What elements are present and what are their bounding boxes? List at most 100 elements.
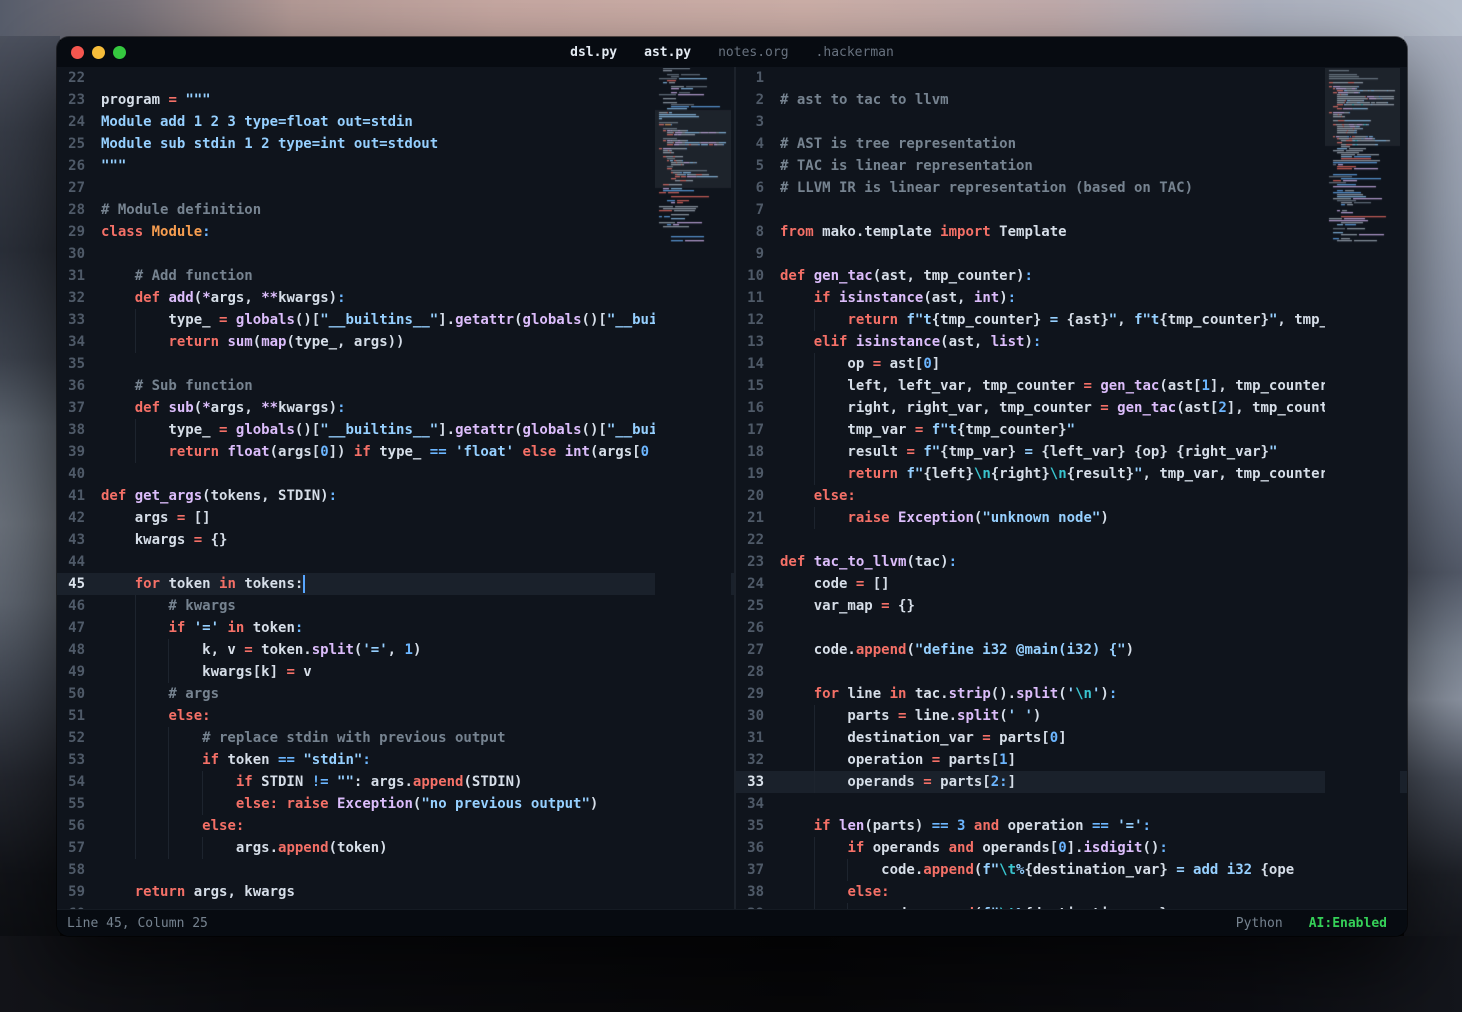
cursor-position-indicator[interactable]: Line 45, Column 25 bbox=[67, 916, 208, 931]
code-line[interactable]: 38 type_ = globals()["__builtins__"].get… bbox=[57, 419, 734, 441]
minimap[interactable] bbox=[655, 67, 731, 910]
code-line[interactable]: 4# AST is tree representation bbox=[736, 133, 1407, 155]
code-line[interactable]: 25 var_map = {} bbox=[736, 595, 1407, 617]
code-line[interactable]: 18 result = f"{tmp_var} = {left_var} {op… bbox=[736, 441, 1407, 463]
zoom-button[interactable] bbox=[113, 46, 126, 59]
code-line[interactable]: 9 bbox=[736, 243, 1407, 265]
code-line[interactable]: 34 bbox=[736, 793, 1407, 815]
code-line[interactable]: 17 tmp_var = f"t{tmp_counter}" bbox=[736, 419, 1407, 441]
code-line[interactable]: 6# LLVM IR is linear representation (bas… bbox=[736, 177, 1407, 199]
code-line[interactable]: 28# Module definition bbox=[57, 199, 734, 221]
tab-ast-py[interactable]: ast.py bbox=[644, 45, 691, 60]
indent-guide bbox=[168, 815, 169, 837]
code-line[interactable]: 14 op = ast[0] bbox=[736, 353, 1407, 375]
code-line[interactable]: 42 args = [] bbox=[57, 507, 734, 529]
code-line[interactable]: 58 bbox=[57, 859, 734, 881]
language-indicator[interactable]: Python bbox=[1236, 916, 1283, 931]
code-line[interactable]: 38 else: bbox=[736, 881, 1407, 903]
code-line[interactable]: 23def tac_to_llvm(tac): bbox=[736, 551, 1407, 573]
code-line[interactable]: 59 return args, kwargs bbox=[57, 881, 734, 903]
code-line[interactable]: 39 return float(args[0]) if type_ == 'fl… bbox=[57, 441, 734, 463]
tab-dsl-py[interactable]: dsl.py bbox=[570, 45, 617, 60]
code-line[interactable]: 50 # args bbox=[57, 683, 734, 705]
code-line[interactable]: 52 # replace stdin with previous output bbox=[57, 727, 734, 749]
code-line[interactable]: 22 bbox=[57, 67, 734, 89]
code-line[interactable]: 23program = """ bbox=[57, 89, 734, 111]
code-line[interactable]: 49 kwargs[k] = v bbox=[57, 661, 734, 683]
code-line[interactable]: 53 if token == "stdin": bbox=[57, 749, 734, 771]
code-line[interactable]: 20 else: bbox=[736, 485, 1407, 507]
code-line[interactable]: 57 args.append(token) bbox=[57, 837, 734, 859]
tab-notes-org[interactable]: notes.org bbox=[718, 45, 788, 60]
code-line[interactable]: 36 # Sub function bbox=[57, 375, 734, 397]
code-text: return args, kwargs bbox=[85, 881, 295, 903]
code-text: if operands and operands[0].isdigit(): bbox=[764, 837, 1168, 859]
code-line[interactable]: 32 operation = parts[1] bbox=[736, 749, 1407, 771]
code-line[interactable]: 32 def add(*args, **kwargs): bbox=[57, 287, 734, 309]
indent-guide bbox=[135, 705, 136, 727]
code-line[interactable]: 8from mako.template import Template bbox=[736, 221, 1407, 243]
code-line[interactable]: 27 code.append("define i32 @main(i32) {"… bbox=[736, 639, 1407, 661]
tab-hackerman[interactable]: .hackerman bbox=[816, 45, 894, 60]
code-line[interactable]: 43 kwargs = {} bbox=[57, 529, 734, 551]
code-line[interactable]: 29class Module: bbox=[57, 221, 734, 243]
code-line[interactable]: 33 type_ = globals()["__builtins__"].get… bbox=[57, 309, 734, 331]
code-line[interactable]: 46 # kwargs bbox=[57, 595, 734, 617]
code-line[interactable]: 44 bbox=[57, 551, 734, 573]
code-text: # Add function bbox=[85, 265, 253, 287]
code-line[interactable]: 15 left, left_var, tmp_counter = gen_tac… bbox=[736, 375, 1407, 397]
code-line[interactable]: 2# ast to tac to llvm bbox=[736, 89, 1407, 111]
code-line[interactable]: 56 else: bbox=[57, 815, 734, 837]
code-line[interactable]: 3 bbox=[736, 111, 1407, 133]
minimize-button[interactable] bbox=[92, 46, 105, 59]
line-number: 8 bbox=[736, 221, 764, 243]
code-line[interactable]: 36 if operands and operands[0].isdigit()… bbox=[736, 837, 1407, 859]
editor-pane-left[interactable]: 2223program = """24Module add 1 2 3 type… bbox=[57, 67, 734, 910]
line-number: 17 bbox=[736, 419, 764, 441]
code-line[interactable]: 48 k, v = token.split('=', 1) bbox=[57, 639, 734, 661]
code-line[interactable]: 40 bbox=[57, 463, 734, 485]
code-line[interactable]: 26""" bbox=[57, 155, 734, 177]
code-line[interactable]: 29 for line in tac.strip().split('\n'): bbox=[736, 683, 1407, 705]
code-line[interactable]: 28 bbox=[736, 661, 1407, 683]
minimap-canvas[interactable] bbox=[655, 68, 731, 242]
code-line[interactable]: 24 code = [] bbox=[736, 573, 1407, 595]
code-line[interactable]: 41def get_args(tokens, STDIN): bbox=[57, 485, 734, 507]
code-line[interactable]: 54 if STDIN != "": args.append(STDIN) bbox=[57, 771, 734, 793]
code-line[interactable]: 22 bbox=[736, 529, 1407, 551]
code-line[interactable]: 35 bbox=[57, 353, 734, 375]
minimap[interactable] bbox=[1325, 67, 1400, 910]
editor-pane-right[interactable]: 12# ast to tac to llvm34# AST is tree re… bbox=[736, 67, 1407, 910]
code-line[interactable]: 26 bbox=[736, 617, 1407, 639]
code-line[interactable]: 37 def sub(*args, **kwargs): bbox=[57, 397, 734, 419]
code-line[interactable]: 1 bbox=[736, 67, 1407, 89]
code-line[interactable]: 33 operands = parts[2:] bbox=[736, 771, 1407, 793]
ai-status-indicator[interactable]: AI:Enabled bbox=[1309, 916, 1387, 931]
code-line[interactable]: 25Module sub stdin 1 2 type=int out=stdo… bbox=[57, 133, 734, 155]
code-line[interactable]: 34 return sum(map(type_, args)) bbox=[57, 331, 734, 353]
code-line[interactable]: 21 raise Exception("unknown node") bbox=[736, 507, 1407, 529]
code-line[interactable]: 11 if isinstance(ast, int): bbox=[736, 287, 1407, 309]
code-line[interactable]: 16 right, right_var, tmp_counter = gen_t… bbox=[736, 397, 1407, 419]
code-line[interactable]: 45 for token in tokens: bbox=[57, 573, 734, 595]
code-line[interactable]: 5# TAC is linear representation bbox=[736, 155, 1407, 177]
code-line[interactable]: 27 bbox=[57, 177, 734, 199]
code-line[interactable]: 37 code.append(f"\t%{destination_var} = … bbox=[736, 859, 1407, 881]
code-line[interactable]: 51 else: bbox=[57, 705, 734, 727]
code-line[interactable]: 10def gen_tac(ast, tmp_counter): bbox=[736, 265, 1407, 287]
code-line[interactable]: 13 elif isinstance(ast, list): bbox=[736, 331, 1407, 353]
close-button[interactable] bbox=[71, 46, 84, 59]
code-line[interactable]: 12 return f"t{tmp_counter} = {ast}", f"t… bbox=[736, 309, 1407, 331]
code-line[interactable]: 30 bbox=[57, 243, 734, 265]
code-line[interactable]: 31 destination_var = parts[0] bbox=[736, 727, 1407, 749]
code-line[interactable]: 35 if len(parts) == 3 and operation == '… bbox=[736, 815, 1407, 837]
code-line[interactable]: 30 parts = line.split(' ') bbox=[736, 705, 1407, 727]
minimap-canvas[interactable] bbox=[1325, 68, 1400, 246]
code-line[interactable]: 47 if '=' in token: bbox=[57, 617, 734, 639]
title-bar[interactable]: dsl.py ast.py notes.org .hackerman bbox=[57, 37, 1407, 67]
code-line[interactable]: 55 else: raise Exception("no previous ou… bbox=[57, 793, 734, 815]
code-line[interactable]: 7 bbox=[736, 199, 1407, 221]
code-line[interactable]: 24Module add 1 2 3 type=float out=stdin bbox=[57, 111, 734, 133]
code-line[interactable]: 19 return f"{left}\n{right}\n{result}", … bbox=[736, 463, 1407, 485]
code-line[interactable]: 31 # Add function bbox=[57, 265, 734, 287]
